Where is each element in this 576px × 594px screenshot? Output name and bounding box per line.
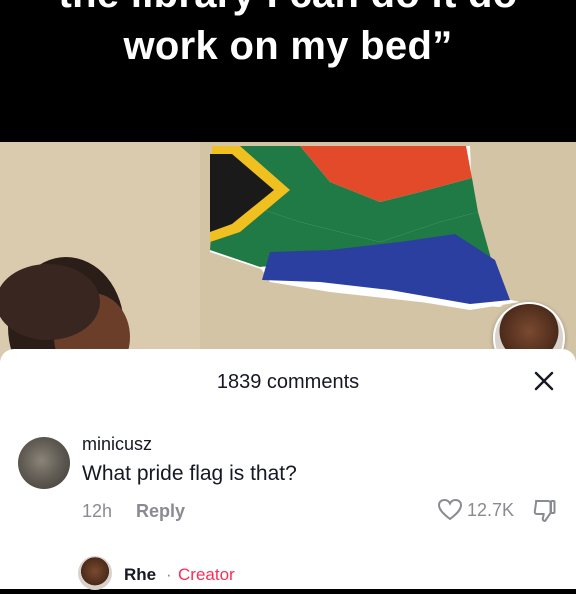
thumbs-down-icon[interactable] <box>530 497 558 525</box>
creator-reply-avatar[interactable] <box>78 556 112 590</box>
creator-reply-username[interactable]: Rhe <box>124 565 156 585</box>
video-frame[interactable] <box>0 142 576 372</box>
reply-button[interactable]: Reply <box>136 501 185 522</box>
like-count: 12.7K <box>467 499 515 520</box>
comment-item: minicusz What pride flag is that? 12h Re… <box>0 433 576 533</box>
video-scene <box>0 142 576 372</box>
creator-reply-preview[interactable]: Rhe · Creator <box>0 554 576 594</box>
caption-line-1: the library I can do it do <box>0 0 576 17</box>
heart-outline-icon <box>437 498 463 521</box>
commenter-avatar[interactable] <box>18 437 70 489</box>
caption-line-2: work on my bed” <box>123 24 453 68</box>
like-button[interactable]: 12.7K <box>437 495 514 525</box>
comment-time: 12h <box>82 501 113 521</box>
reply-separator: · <box>166 565 172 584</box>
video-caption: the library I can do it do work on my be… <box>0 0 576 142</box>
creator-badge: Creator <box>178 565 235 584</box>
comment-username[interactable]: minicusz <box>82 434 152 455</box>
comment-text: What pride flag is that? <box>82 462 297 485</box>
comments-count: 1839 comments <box>216 371 360 393</box>
comments-sheet: 1839 comments minicusz What pride flag i… <box>0 349 576 590</box>
close-icon[interactable] <box>530 367 558 395</box>
